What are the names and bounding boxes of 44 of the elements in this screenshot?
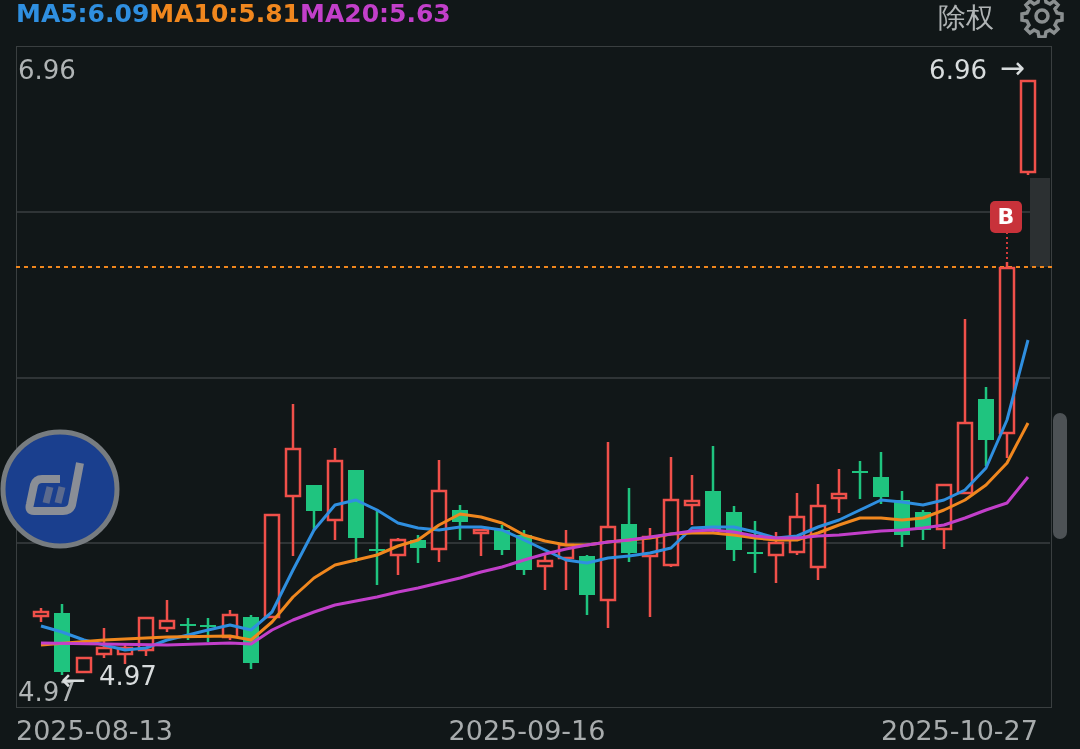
candlestick [306,485,322,531]
candlestick [75,656,93,674]
date-label: 2025-10-27 [881,714,1038,748]
candlestick [788,493,806,555]
scrollbar-thumb[interactable] [1053,413,1067,539]
candlestick [452,505,468,540]
candlestick [54,604,70,675]
price-label: 6.96 [929,55,987,85]
indicator-label: MA5:6.09 [16,0,150,28]
candlestick [180,618,196,640]
candlestick [852,461,868,499]
settings-icon[interactable] [1020,0,1064,38]
indicator-label: MA20:5.63 [300,0,451,28]
candlestick [389,538,407,575]
candlestick [116,644,134,664]
candlestick [221,610,239,640]
price-label: 4.97 [99,661,157,691]
candlestick [557,530,575,590]
candlestick [935,483,953,549]
candlestick [200,618,216,642]
logo-icon[interactable] [0,429,120,549]
candlestick [95,628,113,658]
candlestick [747,521,763,573]
candlestick [726,506,742,561]
candlestick [536,555,554,590]
arrow-icon: → [999,53,1025,83]
candlestick [410,535,426,563]
indicator-label: MA10:5.81 [149,0,300,28]
candlestick [472,528,490,556]
candlestick [494,525,510,555]
candlestick [158,600,176,632]
candlestick [767,532,785,583]
axis-label: 6.96 [18,55,76,85]
candlestick [32,608,50,622]
adjust-button[interactable]: 除权 [938,0,994,36]
candlestick [830,469,848,513]
candlestick [683,475,701,525]
date-label: 2025-09-16 [448,714,606,748]
candlestick [915,510,931,540]
candlestick [579,555,595,615]
candlestick [894,491,910,547]
date-label: 2025-08-13 [16,714,173,748]
buy-marker[interactable]: B [990,201,1022,233]
candlestick [873,452,889,504]
